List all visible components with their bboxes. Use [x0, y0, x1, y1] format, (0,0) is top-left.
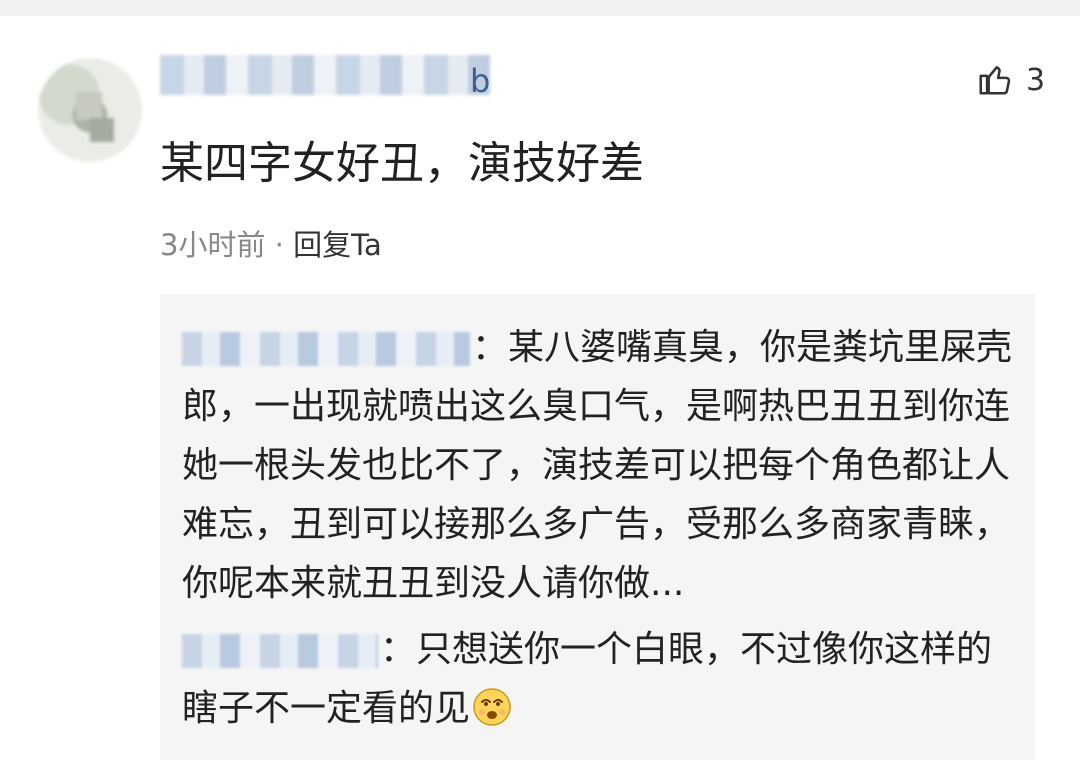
reply-text: ：某八婆嘴真臭，你是粪坑里屎壳郎，一出现就喷出这么臭口气，是啊热巴丑丑到你连她一…	[182, 327, 1013, 604]
reply-item[interactable]: ：只想送你一个白眼，不过像你这样的瞎子不一定看的见	[182, 620, 1017, 738]
eye-roll-emoji-icon	[473, 688, 511, 726]
author-name-tail[interactable]: b	[470, 62, 490, 100]
top-divider	[0, 0, 1080, 16]
reply-thread[interactable]: ：某八婆嘴真臭，你是粪坑里屎壳郎，一出现就喷出这么臭口气，是啊热巴丑丑到你连她一…	[160, 294, 1035, 760]
reply-author-name-blurred[interactable]	[182, 634, 378, 668]
like-count[interactable]: 3	[1026, 63, 1045, 98]
reply-item[interactable]: ：某八婆嘴真臭，你是粪坑里屎壳郎，一出现就喷出这么臭口气，是啊热巴丑丑到你连她一…	[182, 318, 1017, 613]
comment-time: 3小时前	[160, 228, 266, 262]
reply-author-name-blurred[interactable]	[182, 332, 470, 366]
avatar-mosaic-lower	[90, 118, 114, 142]
avatar[interactable]	[38, 58, 142, 162]
comment-text: 某四字女好丑，演技好差	[160, 138, 644, 189]
reply-button[interactable]: 回复Ta	[293, 228, 382, 262]
thumbs-up-icon[interactable]	[976, 60, 1014, 98]
comment-meta: 3小时前 · 回复Ta	[160, 222, 382, 264]
avatar-mosaic	[76, 92, 102, 120]
author-name-blurred[interactable]	[160, 55, 490, 95]
meta-separator: ·	[265, 228, 294, 262]
